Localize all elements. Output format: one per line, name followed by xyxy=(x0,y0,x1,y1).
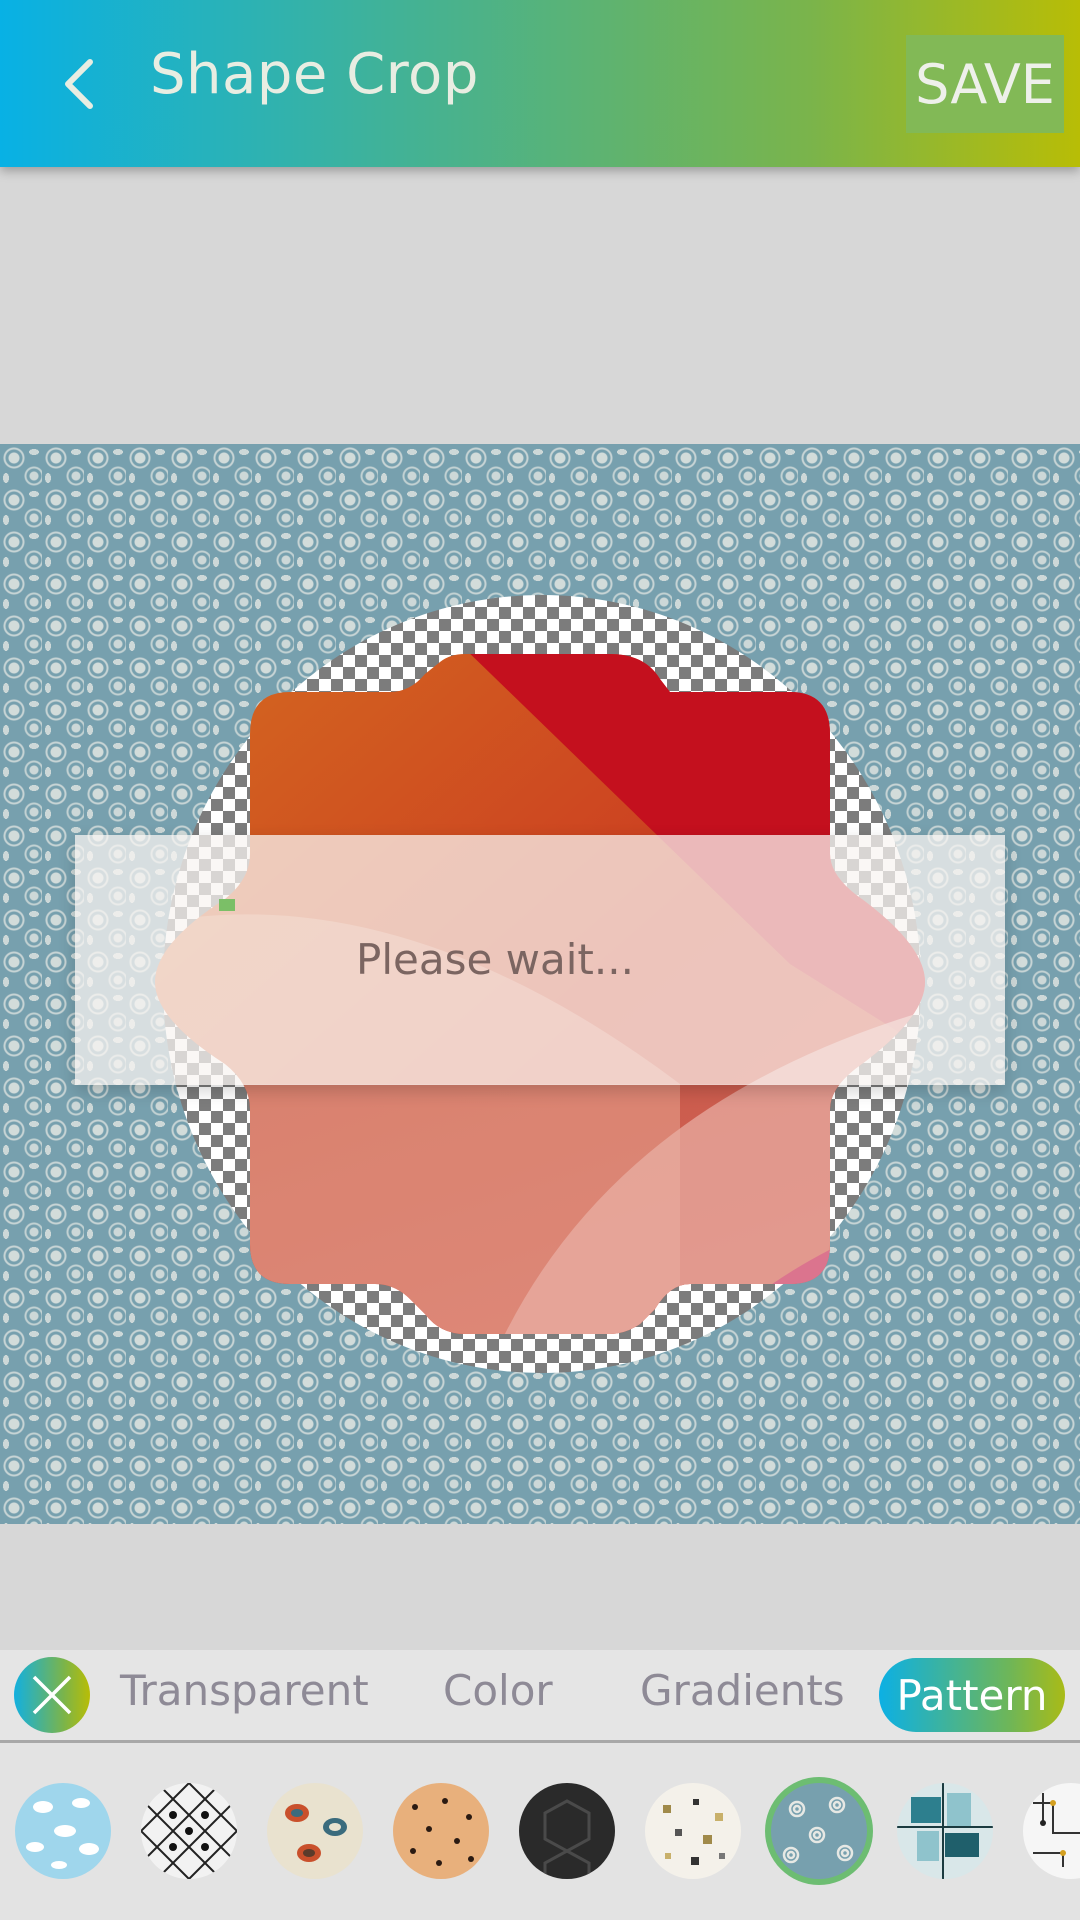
pattern-thumb-dark-tiles[interactable] xyxy=(519,1783,615,1879)
tab-color[interactable]: Color xyxy=(443,1666,553,1715)
tab-transparent[interactable]: Transparent xyxy=(120,1666,369,1715)
background-tab-bar: Transparent Color Gradients Pattern xyxy=(0,1650,1080,1743)
progress-indicator xyxy=(219,899,235,911)
pattern-thumbnail-strip[interactable] xyxy=(0,1743,1080,1920)
wait-message: Please wait... xyxy=(356,935,634,984)
pattern-thumb-blue-roses[interactable] xyxy=(771,1783,867,1879)
close-button[interactable] xyxy=(14,1657,90,1733)
pattern-thumb-confetti-squares[interactable] xyxy=(645,1783,741,1879)
chevron-left-icon xyxy=(65,59,93,109)
pattern-thumb-sky-clouds[interactable] xyxy=(15,1783,111,1879)
app-bar: Shape Crop SAVE xyxy=(0,0,1080,167)
pattern-thumb-black-lattice[interactable] xyxy=(141,1783,237,1879)
tab-pattern[interactable]: Pattern xyxy=(879,1658,1065,1732)
page-title: Shape Crop xyxy=(150,42,479,107)
pattern-thumb-teal-mosaic[interactable] xyxy=(897,1783,993,1879)
pattern-thumb-cookie-dots[interactable] xyxy=(393,1783,489,1879)
pattern-thumb-retro-ovals[interactable] xyxy=(267,1783,363,1879)
tab-gradients[interactable]: Gradients xyxy=(640,1666,845,1715)
please-wait-dialog: Please wait... xyxy=(75,835,1005,1085)
back-button[interactable] xyxy=(38,40,118,128)
close-icon xyxy=(32,1675,72,1715)
save-button[interactable]: SAVE xyxy=(906,35,1064,133)
pattern-thumb-circuit-lines[interactable] xyxy=(1023,1783,1080,1879)
